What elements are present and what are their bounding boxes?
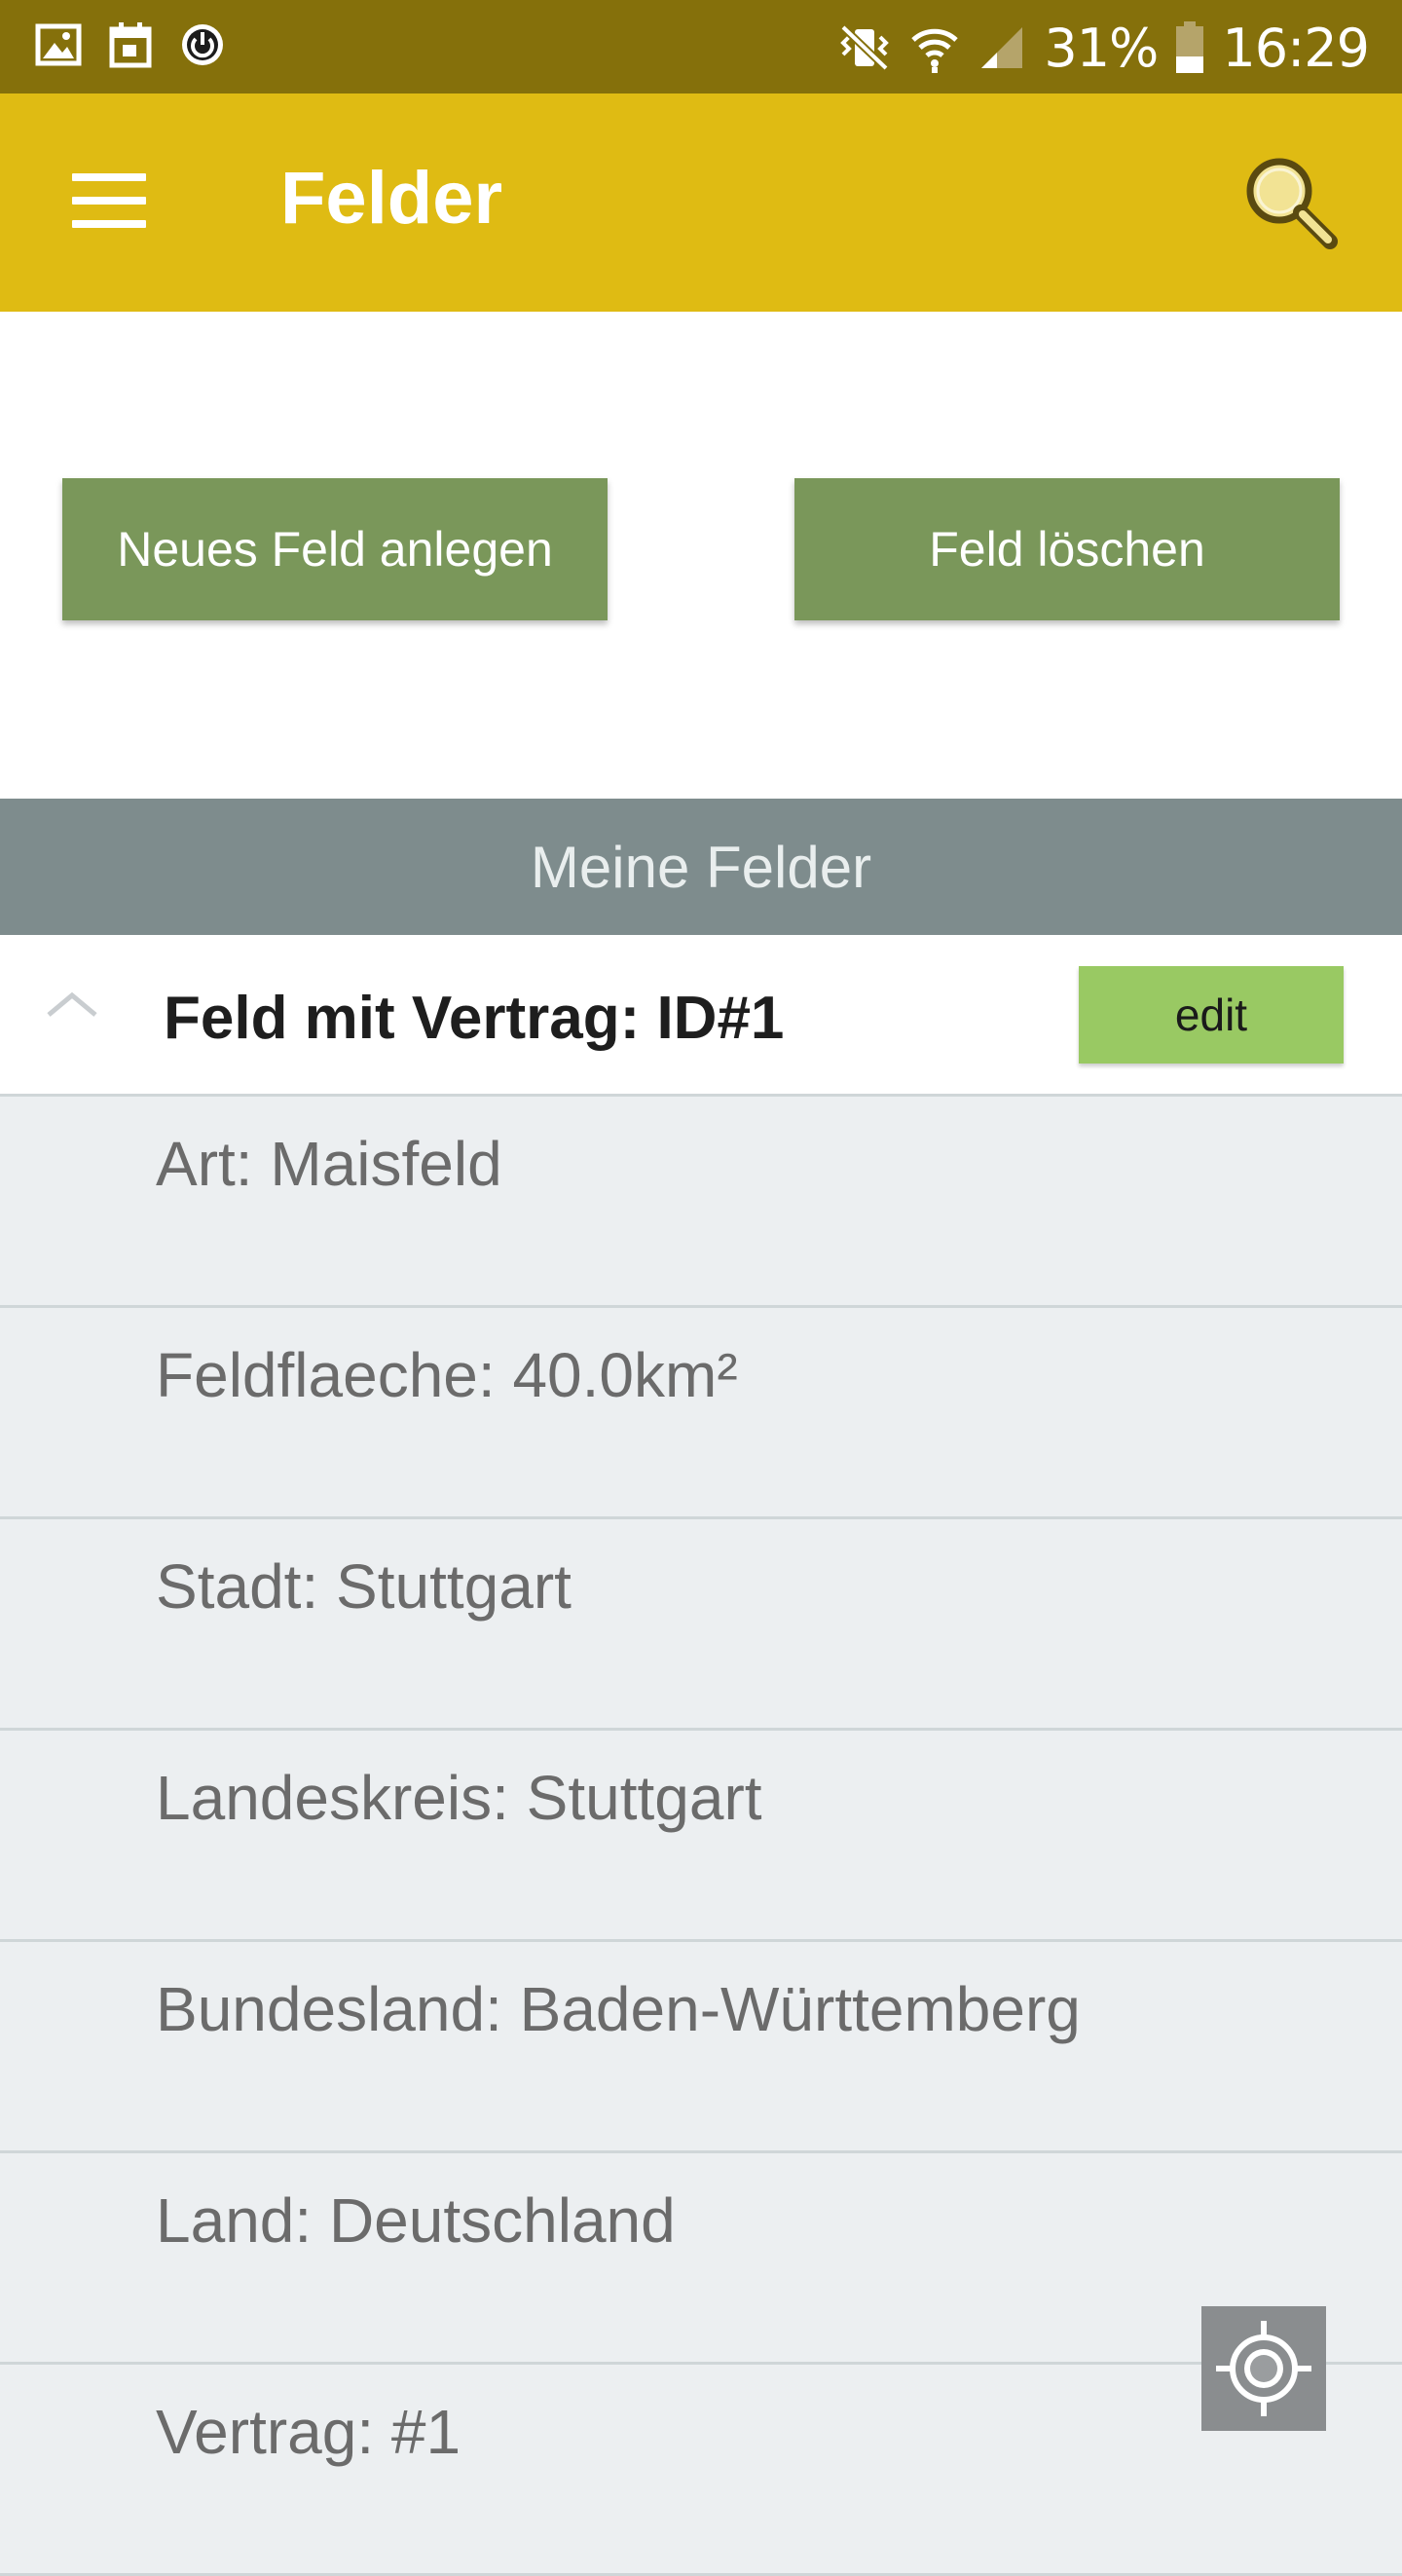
list-item: Stadt: Stuttgart [0, 1519, 1402, 1731]
field-details-list: Art: Maisfeld Feldflaeche: 40.0km² Stadt… [0, 1097, 1402, 2576]
action-area: Neues Feld anlegen Feld löschen [0, 312, 1402, 799]
crosshair-location-icon [1216, 2321, 1311, 2416]
list-item: Vertrag: #1 [0, 2365, 1402, 2576]
wifi-icon [909, 22, 960, 73]
delete-field-button[interactable]: Feld löschen [794, 478, 1340, 620]
signal-icon [978, 23, 1026, 72]
battery-icon [1175, 21, 1204, 74]
clock: 16:29 [1222, 17, 1370, 79]
menu-icon[interactable] [58, 162, 156, 240]
chevron-up-icon[interactable] [43, 986, 101, 1025]
my-location-button[interactable] [1201, 2306, 1326, 2431]
status-right-icons: 31% 16:29 [837, 14, 1370, 82]
edit-button[interactable]: edit [1079, 966, 1344, 1064]
field-group-header[interactable]: Feld mit Vertrag: ID#1 edit [0, 935, 1402, 1097]
page-title: Felder [280, 157, 503, 240]
calendar-icon [109, 21, 152, 68]
detail-district: Landeskreis: Stuttgart [156, 1763, 762, 1833]
app-bar: Felder [0, 93, 1402, 312]
vibrate-mute-icon [837, 23, 892, 72]
list-item: Land: Deutschland [0, 2153, 1402, 2365]
new-field-button[interactable]: Neues Feld anlegen [62, 478, 608, 620]
list-item: Landeskreis: Stuttgart [0, 1731, 1402, 1942]
section-header: Meine Felder [0, 799, 1402, 935]
status-left-icons [35, 21, 226, 68]
status-bar: 31% 16:29 [0, 0, 1402, 93]
detail-state: Bundesland: Baden-Württemberg [156, 1974, 1081, 2044]
list-item: Art: Maisfeld [0, 1097, 1402, 1308]
power-icon [179, 21, 226, 68]
battery-percent: 31% [1044, 17, 1159, 79]
detail-area: Feldflaeche: 40.0km² [156, 1340, 738, 1410]
list-item: Feldflaeche: 40.0km² [0, 1308, 1402, 1519]
detail-contract: Vertrag: #1 [156, 2397, 461, 2467]
search-icon[interactable] [1236, 148, 1344, 255]
image-icon [35, 23, 82, 66]
detail-city: Stadt: Stuttgart [156, 1551, 572, 1622]
field-group-title: Feld mit Vertrag: ID#1 [164, 985, 785, 1052]
list-item: Bundesland: Baden-Württemberg [0, 1942, 1402, 2153]
detail-country: Land: Deutschland [156, 2185, 676, 2256]
detail-type: Art: Maisfeld [156, 1129, 502, 1199]
